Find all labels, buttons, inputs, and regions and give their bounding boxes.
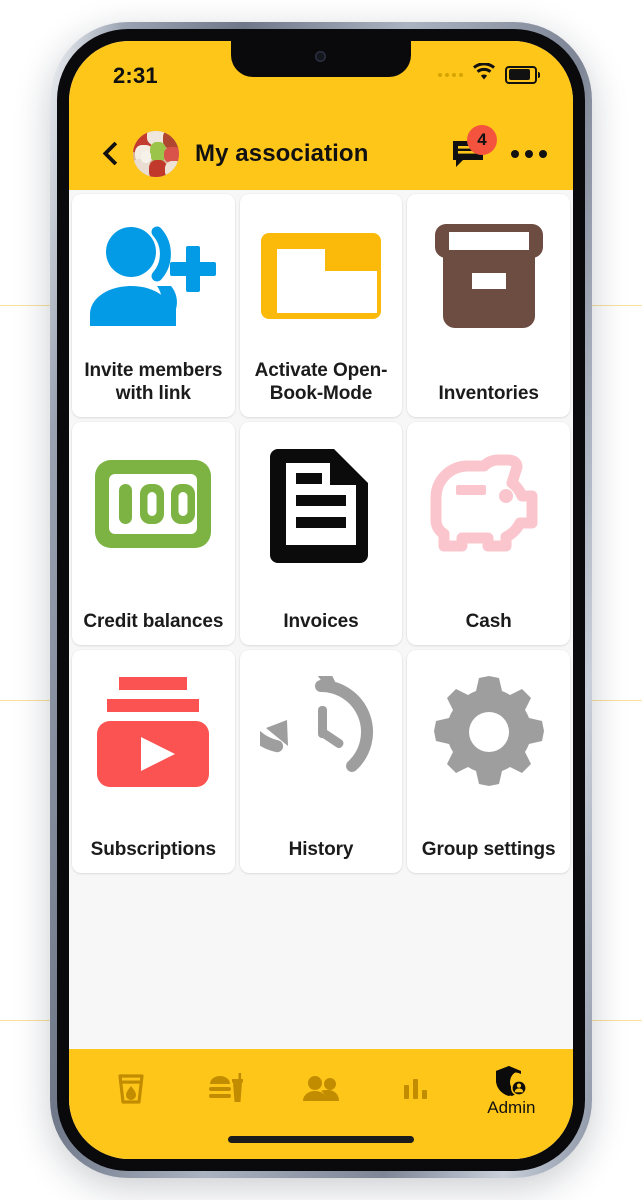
archive-box-icon [429, 206, 549, 346]
wifi-icon [472, 62, 496, 86]
app-bar: My association 4 [69, 117, 573, 190]
grid-item-label: Cash [465, 610, 512, 632]
tab-list: Admin [69, 1049, 573, 1125]
app-bar-actions: 4 [451, 124, 547, 169]
notch [231, 41, 411, 77]
bar-chart-icon [402, 1076, 430, 1102]
grid-item-label: Invoices [283, 610, 359, 632]
grid-item-open-book-mode[interactable]: Activate Open-Book-Mode [239, 194, 403, 417]
tab-members[interactable] [273, 1075, 368, 1105]
power-button[interactable] [638, 362, 642, 490]
document-lines-icon [268, 434, 374, 574]
phone-device-frame: 2:31 My association 4 Invite members wit… [50, 22, 592, 1178]
subscriptions-play-icon [95, 662, 211, 802]
grid-item-group-settings[interactable]: Group settings [407, 650, 570, 873]
grid-item-credit-balances[interactable]: Credit balances [72, 422, 235, 645]
chat-bubble-icon[interactable]: 4 [451, 124, 497, 169]
drink-cup-icon [116, 1073, 146, 1105]
main-content: Invite members with link Activate Open-B… [69, 190, 573, 1049]
shield-person-icon [494, 1065, 528, 1097]
food-meal-icon [208, 1073, 244, 1105]
phone-screen: 2:31 My association 4 Invite members wit… [69, 41, 573, 1159]
grid-item-cash[interactable]: Cash [407, 422, 570, 645]
grid-item-inventories[interactable]: Inventories [407, 194, 570, 417]
grid-item-label: Credit balances [83, 610, 224, 632]
grid-item-subscriptions[interactable]: Subscriptions [72, 650, 235, 873]
gear-icon [431, 662, 547, 802]
grid-item-history[interactable]: History [239, 650, 403, 873]
person-add-icon [85, 206, 221, 346]
grid-item-label: History [288, 838, 354, 860]
grid-item-label: Invite members with link [84, 360, 223, 404]
tab-food[interactable] [178, 1073, 273, 1107]
status-bar-indicators [438, 62, 540, 86]
battery-icon [505, 65, 540, 84]
bottom-tab-bar: Admin [69, 1049, 573, 1159]
tab-drinks[interactable] [83, 1073, 178, 1107]
tab-statistics[interactable] [369, 1076, 464, 1104]
avatar[interactable] [133, 130, 179, 177]
folder-outline-icon [257, 206, 385, 346]
page-title: My association [195, 139, 369, 167]
grid-item-label: Group settings [421, 838, 556, 860]
grid-item-invoices[interactable]: Invoices [239, 422, 403, 645]
front-camera-icon [315, 51, 326, 62]
piggy-bank-icon [426, 434, 552, 574]
signal-dots-icon [438, 72, 463, 77]
grid-item-label: Activate Open-Book-Mode [254, 360, 388, 404]
grid-item-invite-members[interactable]: Invite members with link [72, 194, 235, 417]
action-grid: Invite members with link Activate Open-B… [69, 190, 573, 873]
status-bar-clock: 2:31 [113, 63, 158, 88]
banknote-100-icon [91, 434, 215, 574]
tab-admin[interactable]: Admin [464, 1065, 559, 1116]
phone-bezel: 2:31 My association 4 Invite members wit… [57, 29, 585, 1171]
tab-label: Admin [487, 1097, 536, 1117]
home-indicator[interactable] [228, 1136, 414, 1143]
history-clock-icon [259, 662, 382, 802]
chat-badge: 4 [467, 124, 497, 155]
more-horizontal-icon[interactable] [511, 149, 547, 158]
grid-item-label: Subscriptions [90, 838, 217, 860]
people-icon [302, 1075, 340, 1103]
status-bar: 2:31 [69, 41, 573, 117]
back-button[interactable] [95, 139, 125, 169]
grid-item-label: Inventories [438, 382, 539, 404]
